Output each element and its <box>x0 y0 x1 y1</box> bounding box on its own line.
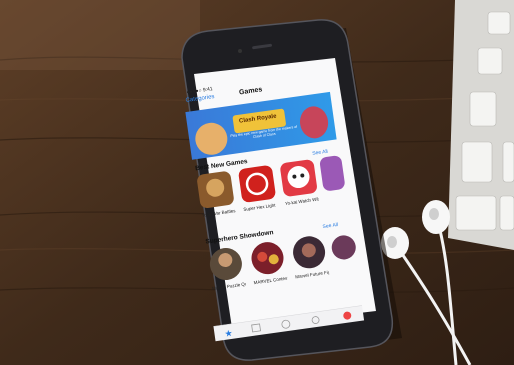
keyboard <box>448 0 514 250</box>
section-title-best-new-games: Best New Games <box>194 158 249 173</box>
app-tile-2[interactable]: Super Hex Light <box>243 200 278 212</box>
app-tile-6[interactable]: Marvel Future Fight <box>294 268 330 280</box>
wood-highlight <box>0 0 200 70</box>
app-name: Super Hex Light <box>243 202 276 213</box>
app-name: Marvel Future Fight <box>294 269 330 280</box>
see-all-link-1[interactable]: See All <box>312 149 328 157</box>
app-tile-5[interactable]: MARVEL Contest of Champions <box>253 274 288 286</box>
banner-game-title: Clash Royale <box>238 113 277 125</box>
app-name: Total War Battles: Kingdom <box>201 208 236 218</box>
app-name: MARVEL Contest of Champions <box>253 275 288 286</box>
app-tile-1[interactable]: Total War Battles: Kingdom <box>201 206 236 218</box>
photo: ★ ●●●●○ 9:41 Categories Games Clash Roya… <box>0 0 514 365</box>
back-button[interactable]: Categories <box>185 94 215 104</box>
app-name: Marvel Puzzle Quest <box>211 281 247 292</box>
banner-tagline: Play the epic new game from the makers o… <box>230 124 298 139</box>
phone-camera <box>238 49 242 53</box>
page-title: Games <box>238 86 263 97</box>
app-tile-4[interactable]: Marvel Puzzle Quest <box>211 279 247 292</box>
app-name: Yo-kai Watch Wibble Wobble <box>284 196 320 207</box>
section-title-superhero-showdown: Superhero Showdown <box>205 229 275 246</box>
app-tile-3[interactable]: Yo-kai Watch Wibble Wobble <box>284 194 319 206</box>
see-all-link-2[interactable]: See All <box>322 222 338 230</box>
